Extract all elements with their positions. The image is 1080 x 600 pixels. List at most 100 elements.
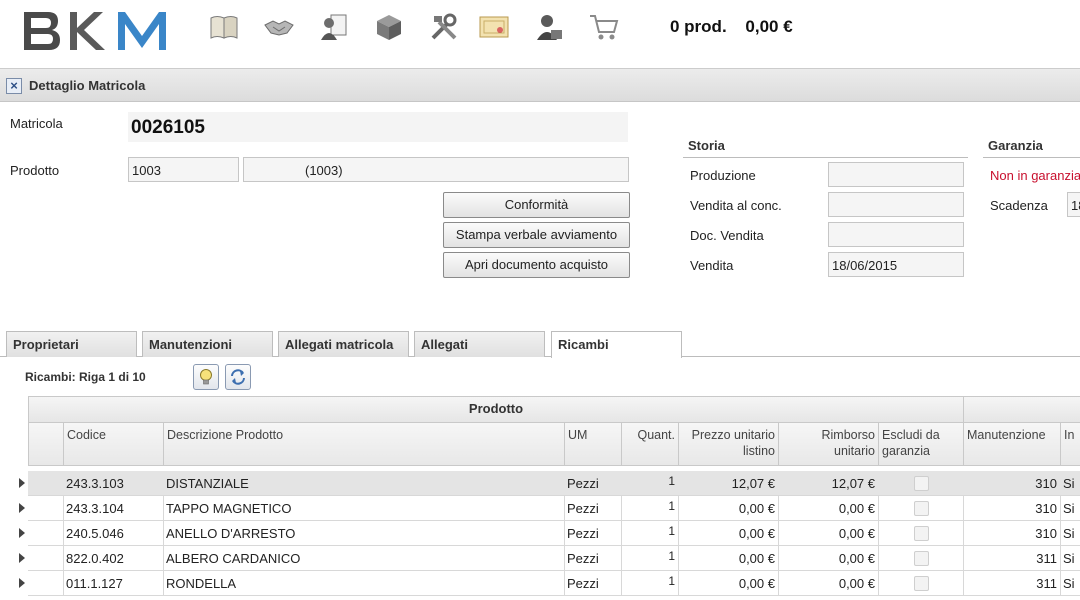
column-header-um[interactable]: UM <box>564 422 622 466</box>
vendita-conc-label: Vendita al conc. <box>690 198 782 213</box>
cell-rimborso: 12,07 € <box>778 471 879 496</box>
cell-descrizione: ANELLO D'ARRESTO <box>163 521 565 546</box>
catalog-book-icon[interactable] <box>207 10 241 44</box>
bkm-logo[interactable] <box>22 10 177 52</box>
cart-summary[interactable]: 0 prod. 0,00 € <box>670 17 807 37</box>
column-header-manutenzione[interactable]: Manutenzione <box>963 422 1061 466</box>
cell-in: Si <box>1060 496 1080 521</box>
doc-vendita-label: Doc. Vendita <box>690 228 764 243</box>
tab-allegati[interactable]: Allegati <box>414 331 545 357</box>
cell-um: Pezzi <box>564 521 622 546</box>
cell-rimborso: 0,00 € <box>778 521 879 546</box>
table-row[interactable]: 240.5.046 ANELLO D'ARRESTO Pezzi 1 0,00 €0,0… <box>0 521 1080 546</box>
column-header-indicator <box>28 422 64 466</box>
scadenza-label: Scadenza <box>990 198 1048 213</box>
garanzia-divider <box>983 157 1080 158</box>
cart-total: 0,00 € <box>745 17 793 36</box>
produzione-field[interactable] <box>828 162 964 187</box>
column-header-in[interactable]: In <box>1060 422 1080 466</box>
column-header-rimborso[interactable]: Rimborso unitario <box>778 422 879 466</box>
escludi-cell <box>878 496 964 521</box>
cell-quant: 1 <box>621 521 679 546</box>
escludi-checkbox[interactable] <box>914 576 929 591</box>
vendita-conc-field[interactable] <box>828 192 964 217</box>
cell-prezzo: 0,00 € <box>678 521 779 546</box>
close-icon[interactable]: × <box>6 78 22 94</box>
cell-rimborso: 0,00 € <box>778 546 879 571</box>
row-selector-cell[interactable] <box>28 571 64 596</box>
cell-codice: 822.0.402 <box>63 546 164 571</box>
tab-manutenzioni[interactable]: Manutenzioni <box>142 331 273 357</box>
cart-icon[interactable] <box>587 10 621 44</box>
escludi-cell <box>878 471 964 496</box>
row-expand-arrow-icon[interactable] <box>19 503 25 513</box>
table-row[interactable]: 011.1.127 RONDELLA Pezzi 1 0,00 €0,00 €311 Si <box>0 571 1080 596</box>
storia-divider <box>683 157 968 158</box>
row-expand-arrow-icon[interactable] <box>19 528 25 538</box>
cell-manutenzione: 311 <box>963 571 1061 596</box>
row-selector-cell[interactable] <box>28 471 64 496</box>
cell-um: Pezzi <box>564 571 622 596</box>
tools-icon[interactable] <box>427 10 461 44</box>
certificate-icon[interactable] <box>477 10 511 44</box>
escludi-cell <box>878 521 964 546</box>
matricola-value: 0026105 <box>131 117 205 138</box>
group-header-extra <box>963 396 1080 423</box>
cell-um: Pezzi <box>564 471 622 496</box>
cell-codice: 011.1.127 <box>63 571 164 596</box>
column-header-descrizione[interactable]: Descrizione Prodotto <box>163 422 565 466</box>
cell-descrizione: RONDELLA <box>163 571 565 596</box>
table-row[interactable]: 243.3.103 DISTANZIALE Pezzi 1 12,07 €12,07 €… <box>0 471 1080 496</box>
tab-allegati-matricola[interactable]: Allegati matricola <box>278 331 409 357</box>
conformita-button[interactable]: Conformità <box>443 192 630 218</box>
stampa-verbale-button[interactable]: Stampa verbale avviamento <box>443 222 630 248</box>
escludi-checkbox[interactable] <box>914 501 929 516</box>
cell-manutenzione: 310 <box>963 521 1061 546</box>
column-header-prezzo[interactable]: Prezzo unitario listino <box>678 422 779 466</box>
row-selector-cell[interactable] <box>28 521 64 546</box>
row-selector-cell[interactable] <box>28 546 64 571</box>
cell-quant: 1 <box>621 471 679 496</box>
cell-in: Si <box>1060 571 1080 596</box>
cell-descrizione: TAPPO MAGNETICO <box>163 496 565 521</box>
row-expand-arrow-icon[interactable] <box>19 553 25 563</box>
prodotto-label: Prodotto <box>10 163 60 178</box>
doc-vendita-field[interactable] <box>828 222 964 247</box>
cell-um: Pezzi <box>564 546 622 571</box>
row-expand-arrow-icon[interactable] <box>19 478 25 488</box>
row-expand-arrow-icon[interactable] <box>19 578 25 588</box>
refresh-icon[interactable] <box>225 364 251 390</box>
escludi-cell <box>878 546 964 571</box>
garanzia-status: Non in garanzia <box>990 168 1080 183</box>
table-row[interactable]: 822.0.402 ALBERO CARDANICO Pezzi 1 0,00 €0,0… <box>0 546 1080 571</box>
prodotto-description-field[interactable]: (1003) <box>243 157 629 182</box>
lightbulb-icon[interactable] <box>193 364 219 390</box>
storia-heading: Storia <box>688 138 725 153</box>
row-selector-cell[interactable] <box>28 496 64 521</box>
cell-quant: 1 <box>621 546 679 571</box>
tab-proprietari[interactable]: Proprietari <box>6 331 137 357</box>
scadenza-field[interactable]: 18 <box>1067 192 1080 217</box>
cell-prezzo: 0,00 € <box>678 546 779 571</box>
escludi-checkbox[interactable] <box>914 551 929 566</box>
column-header-codice[interactable]: Codice <box>63 422 164 466</box>
table-row[interactable]: 243.3.104 TAPPO MAGNETICO Pezzi 1 0,00 €0,00… <box>0 496 1080 521</box>
cell-prezzo: 0,00 € <box>678 496 779 521</box>
vendita-field[interactable]: 18/06/2015 <box>828 252 964 277</box>
escludi-checkbox[interactable] <box>914 476 929 491</box>
cell-descrizione: ALBERO CARDANICO <box>163 546 565 571</box>
box-icon[interactable] <box>372 10 406 44</box>
column-header-quant[interactable]: Quant. <box>621 422 679 466</box>
handshake-icon[interactable] <box>262 10 296 44</box>
cell-codice: 243.3.103 <box>63 471 164 496</box>
column-header-escludi[interactable]: Escludi da garanzia <box>878 422 964 466</box>
cell-manutenzione: 311 <box>963 546 1061 571</box>
apri-documento-button[interactable]: Apri documento acquisto <box>443 252 630 278</box>
prodotto-code-field[interactable]: 1003 <box>128 157 239 182</box>
document-person-icon[interactable] <box>317 10 351 44</box>
cell-codice: 243.3.104 <box>63 496 164 521</box>
cell-manutenzione: 310 <box>963 471 1061 496</box>
escludi-checkbox[interactable] <box>914 526 929 541</box>
support-agent-icon[interactable] <box>532 10 566 44</box>
tab-ricambi[interactable]: Ricambi <box>551 331 682 358</box>
